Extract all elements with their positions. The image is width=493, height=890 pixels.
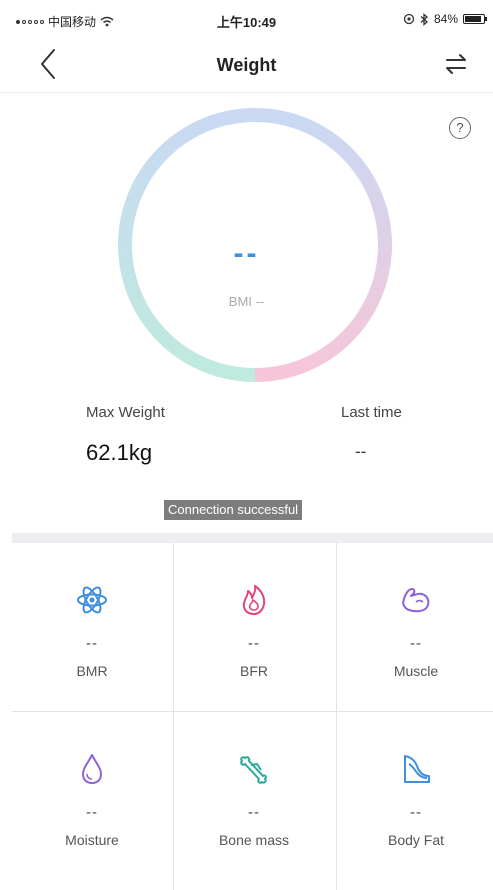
bluetooth-icon [420,12,428,26]
max-weight-label: Max Weight [86,404,165,421]
battery-percent: 84% [433,12,458,26]
flame-icon [242,585,266,615]
connection-toast: Connection successful [164,500,303,520]
nav-bar: Weight [0,36,493,93]
metric-value: -- [248,635,260,652]
metric-bone-mass[interactable]: -- Bone mass [174,712,334,880]
metric-label: BMR [76,663,108,679]
metrics-grid: -- BMR -- BFR -- Muscle -- Moisture -- B… [12,543,493,890]
metric-bmr[interactable]: -- BMR [12,543,172,711]
metric-label: Muscle [393,663,439,679]
metric-label: BFR [240,663,268,679]
metric-label: Moisture [65,832,119,848]
metric-muscle[interactable]: -- Muscle [336,543,493,711]
muscle-arm-icon [402,588,430,613]
metric-value: -- [248,804,260,821]
atom-icon [77,586,107,614]
help-icon[interactable]: ? [449,117,471,139]
body-shape-icon [404,755,430,783]
metric-moisture[interactable]: -- Moisture [12,712,172,880]
water-drop-icon [82,754,102,784]
orientation-lock-icon [403,13,415,25]
last-time-label: Last time [341,404,402,421]
page-title: Weight [216,55,277,75]
bmi-text: BMI -- [228,294,265,309]
metric-value: -- [410,804,422,821]
max-weight-value: 62.1kg [86,440,153,465]
current-weight-value: -- [233,237,260,270]
section-divider [12,533,493,543]
status-bar: 中国移动 上午10:49 84% [0,0,493,36]
metric-value: -- [410,635,422,652]
metric-label: Body Fat [387,832,445,848]
metric-value: -- [86,804,98,821]
swap-arrows-icon[interactable] [441,50,471,78]
metric-label: Bone mass [218,832,290,848]
last-time-value: -- [355,442,367,461]
bone-icon [240,756,267,784]
metric-body-fat[interactable]: -- Body Fat [336,712,493,880]
metric-bfr[interactable]: -- BFR [174,543,334,711]
status-right: 84% [403,12,487,26]
battery-icon [463,14,487,24]
metric-value: -- [86,635,98,652]
